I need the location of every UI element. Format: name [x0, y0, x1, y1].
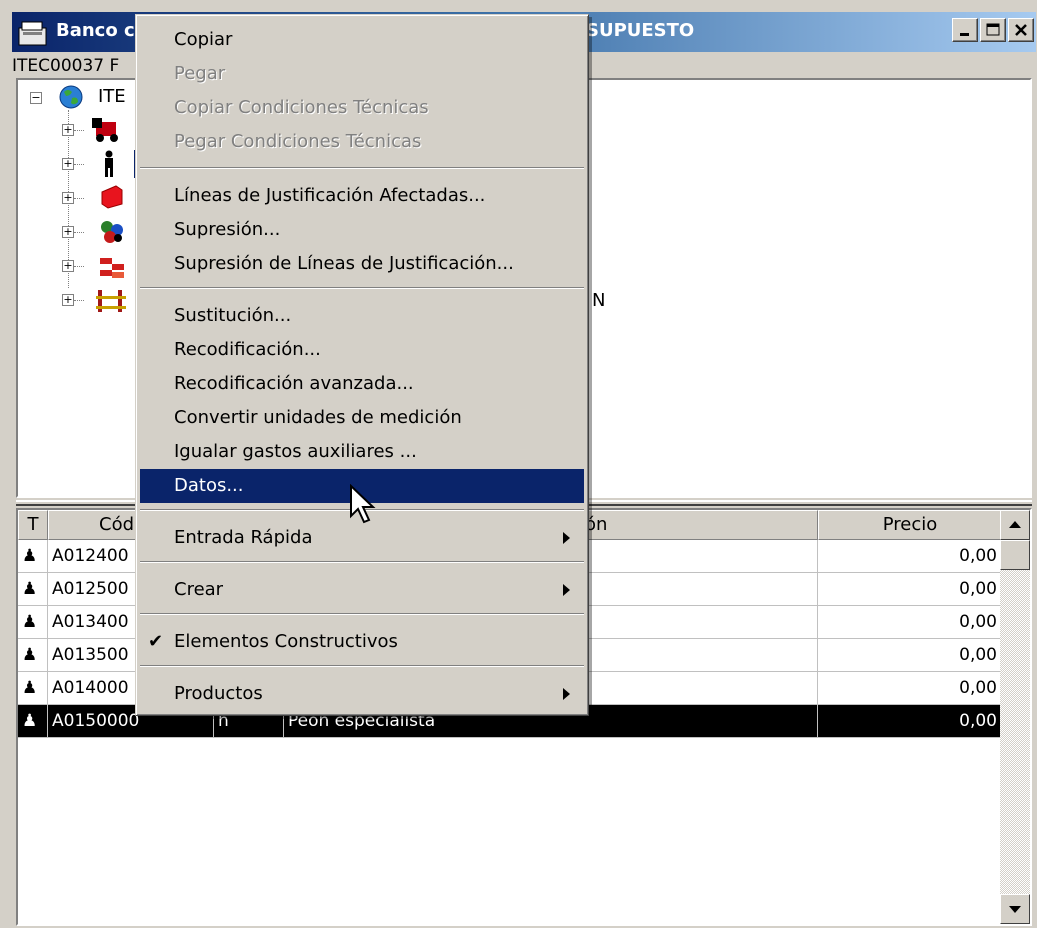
- close-button[interactable]: [1008, 18, 1034, 42]
- menu-item-advanced-recode[interactable]: Recodificación avanzada...: [140, 367, 584, 401]
- window-title-suffix: SUPUESTO: [586, 20, 695, 41]
- menu-separator: [140, 167, 584, 169]
- cell-price: 0,00: [818, 540, 1002, 573]
- scroll-up-button[interactable]: [1000, 510, 1030, 540]
- scroll-down-button[interactable]: [1000, 894, 1030, 924]
- cell-price: 0,00: [818, 606, 1002, 639]
- cell-price: 0,00: [818, 672, 1002, 705]
- menu-item-affected-lines[interactable]: Líneas de Justificación Afectadas...: [140, 179, 584, 213]
- collapse-icon[interactable]: −: [30, 92, 42, 104]
- menu-item-paste-conditions[interactable]: Pegar Condiciones Técnicas: [140, 125, 584, 159]
- menu-item-recode[interactable]: Recodificación...: [140, 333, 584, 367]
- scaffold-icon: [94, 286, 128, 318]
- expand-icon[interactable]: +: [62, 226, 74, 238]
- window-title: Banco c: [56, 20, 135, 41]
- menu-separator: [140, 561, 584, 563]
- cell-price: 0,00: [818, 573, 1002, 606]
- context-menu: Copiar Pegar Copiar Condiciones Técnicas…: [135, 14, 589, 716]
- submenu-arrow-icon: [563, 532, 570, 544]
- arrow-up-icon: [1009, 521, 1021, 528]
- menu-item-constructive-elements[interactable]: ✔ Elementos Constructivos: [140, 625, 584, 659]
- tree-root-label[interactable]: ITE: [98, 86, 126, 107]
- menu-separator: [140, 665, 584, 667]
- menu-separator: [140, 287, 584, 289]
- expand-icon[interactable]: +: [62, 124, 74, 136]
- col-header-price[interactable]: Precio: [818, 510, 1002, 540]
- submenu-arrow-icon: [563, 688, 570, 700]
- app-icon: [18, 20, 48, 51]
- menu-item-create[interactable]: Crear: [140, 573, 584, 607]
- menu-item-equalize-costs[interactable]: Igualar gastos auxiliares ...: [140, 435, 584, 469]
- material-icon: [98, 182, 126, 214]
- menu-item-convert-units[interactable]: Convertir unidades de medición: [140, 401, 584, 435]
- path-label: ITEC00037 F: [12, 56, 120, 76]
- menu-item-paste[interactable]: Pegar: [140, 57, 584, 91]
- worker-icon: ♟: [18, 573, 48, 606]
- mouse-cursor-icon: [349, 483, 377, 530]
- maximize-button[interactable]: [980, 18, 1006, 42]
- checkmark-icon: ✔: [148, 631, 164, 652]
- cell-price: 0,00: [818, 705, 1002, 738]
- tree-partial-label: N: [592, 290, 606, 311]
- col-header-type[interactable]: T: [18, 510, 48, 540]
- worker-icon: ♟: [18, 705, 48, 738]
- menu-item-copy[interactable]: Copiar: [140, 23, 584, 57]
- menu-separator: [140, 613, 584, 615]
- menu-item-copy-conditions[interactable]: Copiar Condiciones Técnicas: [140, 91, 584, 125]
- scroll-thumb[interactable]: [1000, 540, 1030, 570]
- minimize-button[interactable]: [952, 18, 978, 42]
- submenu-arrow-icon: [563, 584, 570, 596]
- worker-icon: [102, 150, 116, 182]
- worker-icon: ♟: [18, 606, 48, 639]
- worker-icon: ♟: [18, 639, 48, 672]
- components-icon: [98, 218, 126, 250]
- expand-icon[interactable]: +: [62, 192, 74, 204]
- machinery-icon: [90, 116, 124, 148]
- vertical-scrollbar[interactable]: [1000, 510, 1030, 924]
- menu-item-delete-lines[interactable]: Supresión de Líneas de Justificación...: [140, 247, 584, 281]
- bricks-icon: [98, 252, 126, 284]
- expand-icon[interactable]: +: [62, 260, 74, 272]
- globe-icon: [58, 84, 84, 114]
- cell-price: 0,00: [818, 639, 1002, 672]
- worker-icon: ♟: [18, 540, 48, 573]
- expand-icon[interactable]: +: [62, 158, 74, 170]
- expand-icon[interactable]: +: [62, 294, 74, 306]
- menu-item-products[interactable]: Productos: [140, 677, 584, 711]
- menu-item-delete[interactable]: Supresión...: [140, 213, 584, 247]
- worker-icon: ♟: [18, 672, 48, 705]
- menu-item-substitution[interactable]: Sustitución...: [140, 299, 584, 333]
- arrow-down-icon: [1009, 906, 1021, 913]
